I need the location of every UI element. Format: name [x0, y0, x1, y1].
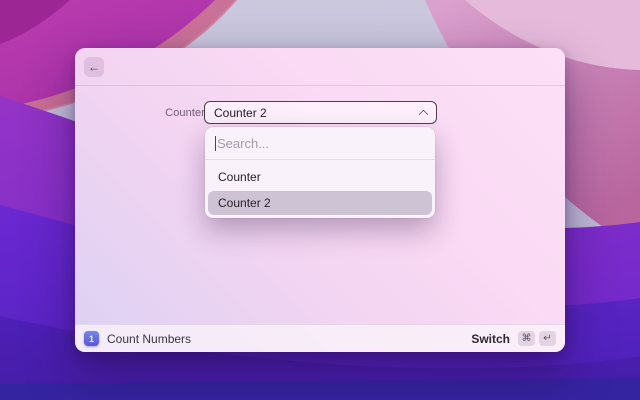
arrow-left-icon: ← — [88, 59, 100, 74]
chevron-up-icon — [418, 109, 429, 120]
dropdown-options-list: Counter Counter 2 — [205, 160, 435, 218]
dropdown-option-counter-2[interactable]: Counter 2 — [208, 191, 432, 215]
command-title: Count Numbers — [107, 331, 192, 346]
dropdown-option-counter[interactable]: Counter — [208, 165, 432, 189]
window-header: ← — [75, 48, 565, 86]
counter-select[interactable]: Counter 2 — [204, 101, 437, 124]
switch-action-button[interactable]: Switch ⌘ ↵ — [471, 331, 556, 346]
launcher-window: ← Counter Counter 2 Counter Counter 2 1 … — [75, 48, 565, 352]
counter-select-value: Counter 2 — [214, 105, 267, 120]
count-numbers-app-icon: 1 — [84, 331, 99, 346]
back-button[interactable]: ← — [84, 56, 104, 77]
dropdown-search-row — [205, 127, 435, 159]
counter-dropdown-panel: Counter Counter 2 — [205, 127, 435, 218]
return-key-icon: ↵ — [539, 331, 556, 346]
window-footer: 1 Count Numbers Switch ⌘ ↵ — [75, 324, 565, 352]
command-key-icon: ⌘ — [518, 331, 535, 346]
dropdown-search-input[interactable] — [217, 135, 425, 151]
text-caret — [215, 135, 216, 151]
switch-action-label: Switch — [471, 331, 510, 346]
field-label-counter: Counter — [165, 107, 205, 119]
